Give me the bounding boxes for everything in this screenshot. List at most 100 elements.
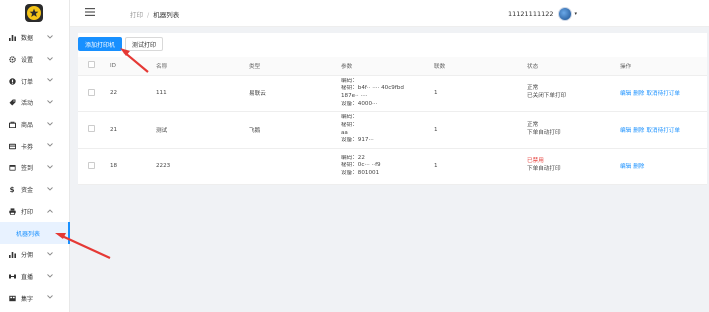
sidebar-item-coupons[interactable]: 卡券 xyxy=(0,135,70,157)
cell-type: 易联云 xyxy=(249,75,341,112)
sidebar-item-label: 商品 xyxy=(21,122,34,130)
live-icon xyxy=(8,272,16,280)
cell-actions: 编辑 删除 xyxy=(620,148,707,185)
chevron-down-icon xyxy=(47,121,53,126)
status-subtext: 下单自动打印 xyxy=(527,166,561,172)
sidebar-item-label: 直播 xyxy=(21,273,34,281)
grid-icon xyxy=(8,294,16,302)
breadcrumb-item[interactable]: 打印 xyxy=(130,11,143,19)
chevron-down-icon xyxy=(47,252,53,256)
cancel-pending-link[interactable]: 取消待打订单 xyxy=(646,91,680,97)
sidebar-item-settings[interactable]: 设置 xyxy=(0,49,70,71)
column-header: ID xyxy=(110,57,156,76)
sidebar-item-printer-list[interactable]: 机器列表 xyxy=(0,222,70,244)
delete-link[interactable]: 删除 xyxy=(633,164,644,170)
test-print-button[interactable]: 测试打印 xyxy=(125,37,164,51)
row-checkbox[interactable] xyxy=(88,125,95,132)
status-subtext: 下单自动打印 xyxy=(527,129,561,136)
sidebar-item-print[interactable]: 打印 xyxy=(0,201,70,223)
column-header: 参数 xyxy=(341,57,434,76)
param-line: aa xyxy=(341,129,348,136)
chevron-down-icon xyxy=(47,56,53,61)
row-checkbox[interactable] xyxy=(88,161,95,169)
param-line: 设备：801001 xyxy=(341,169,380,176)
edit-link[interactable]: 编辑 xyxy=(620,128,631,134)
status-text: 已禁用 xyxy=(527,158,544,165)
cell-type: 飞鹅 xyxy=(249,111,341,149)
column-header: 类型 xyxy=(249,57,341,76)
chevron-down-icon xyxy=(47,273,53,278)
sidebar-item-collect[interactable]: 集字 xyxy=(0,287,70,309)
cell-status: 正常 下单自动打印 xyxy=(527,111,620,149)
sidebar-item-products[interactable]: 商品 xyxy=(0,114,70,136)
edit-link[interactable]: 编辑 xyxy=(620,91,631,97)
star-icon xyxy=(29,8,39,17)
cancel-pending-link[interactable]: 取消待打订单 xyxy=(646,128,680,134)
delete-link[interactable]: 删除 xyxy=(633,91,644,97)
card-icon xyxy=(8,142,16,150)
sidebar-item-label: 机器列表 xyxy=(16,230,41,238)
sidebar-item-label: 集字 xyxy=(21,295,34,303)
column-header: 状态 xyxy=(527,57,620,76)
cell-status: 正常 已关闭下单打印 xyxy=(527,75,620,112)
cell-status: 已禁用 下单自动打印 xyxy=(527,148,620,185)
cell-id: 22 xyxy=(110,75,156,112)
chevron-down-icon xyxy=(47,295,53,299)
add-printer-button[interactable]: 添加打印机 xyxy=(78,37,123,51)
calendar-icon xyxy=(8,164,16,172)
printer-list-panel: 添加打印机 测试打印 ID 名称 类型 参数 联数 状态 操作 22 111 易… xyxy=(78,33,707,185)
sidebar-item-label: 打印 xyxy=(21,208,34,216)
chevron-down-icon xyxy=(47,100,53,104)
printer-table: ID 名称 类型 参数 联数 状态 操作 22 111 易联云 编码： 秘钥：b… xyxy=(78,57,707,185)
sidebar-item-live[interactable]: 直播 xyxy=(0,266,70,288)
status-text: 正常 xyxy=(527,85,539,92)
column-header: 操作 xyxy=(620,57,707,76)
sidebar-item-checkin[interactable]: 签到 xyxy=(0,157,70,179)
param-line: 编码： xyxy=(341,77,358,84)
sidebar-item-label: 资金 xyxy=(21,187,34,195)
order-icon xyxy=(8,77,16,85)
edit-link[interactable]: 编辑 xyxy=(620,164,631,170)
sidebar-item-funds[interactable]: $ 资金 xyxy=(0,179,70,201)
cell-params: 编码：22 秘钥：0c··· ··f9 设备：801001 xyxy=(341,148,434,185)
cell-params: 编码： 秘钥： aa 设备：917··· xyxy=(341,111,434,149)
tag-icon xyxy=(8,99,16,107)
chevron-down-icon xyxy=(47,143,53,148)
param-line: 设备：4000··· xyxy=(341,100,378,107)
app-logo[interactable] xyxy=(25,4,43,22)
select-all-cell xyxy=(78,57,110,76)
sidebar-item-label: 数据 xyxy=(21,35,34,43)
cell-id: 21 xyxy=(110,111,156,149)
cell-copies: 1 xyxy=(434,111,527,149)
param-line: 秘钥：b4f·· ···· 40c9fbd xyxy=(341,85,404,92)
cell-params: 编码： 秘钥：b4f·· ···· 40c9fbd 187e·· ···· 设备… xyxy=(341,75,434,112)
app-root: 数据 设置 订单 活动 商品 卡券 签到 $ 资金 打印 机器列表 分佣 直播 … xyxy=(0,0,709,312)
column-header: 联数 xyxy=(434,57,527,76)
table-row: 22 111 易联云 编码： 秘钥：b4f·· ···· 40c9fbd 187… xyxy=(78,75,707,112)
sidebar-menu: 数据 设置 订单 活动 商品 卡券 签到 $ 资金 打印 机器列表 分佣 直播 … xyxy=(0,27,70,309)
bar-chart-icon xyxy=(8,34,16,42)
account-menu[interactable]: 11121111122 ▾ xyxy=(508,7,577,21)
menu-toggle-icon[interactable] xyxy=(85,8,95,16)
avatar xyxy=(557,7,572,21)
sidebar: 数据 设置 订单 活动 商品 卡券 签到 $ 资金 打印 机器列表 分佣 直播 … xyxy=(0,0,70,312)
sidebar-item-commission[interactable]: 分佣 xyxy=(0,244,70,266)
select-all-checkbox[interactable] xyxy=(88,61,95,69)
sidebar-item-label: 活动 xyxy=(21,100,34,108)
chevron-up-icon xyxy=(47,208,53,213)
sidebar-item-activity[interactable]: 活动 xyxy=(0,92,70,114)
param-line: 秘钥：0c··· ··f9 xyxy=(341,162,381,169)
column-header: 名称 xyxy=(156,57,249,76)
cell-type xyxy=(249,148,341,185)
gear-icon xyxy=(8,56,16,64)
param-line: 187e·· ···· xyxy=(341,93,368,99)
row-checkbox[interactable] xyxy=(88,88,95,96)
sidebar-item-orders[interactable]: 订单 xyxy=(0,70,70,92)
chevron-down-icon xyxy=(47,165,53,169)
chevron-down-icon xyxy=(47,186,53,191)
table-header-row: ID 名称 类型 参数 联数 状态 操作 xyxy=(78,57,707,76)
breadcrumb-separator: / xyxy=(147,11,150,19)
delete-link[interactable]: 删除 xyxy=(633,128,644,134)
sidebar-item-data[interactable]: 数据 xyxy=(0,27,70,49)
table-row: 21 测试 飞鹅 编码： 秘钥： aa 设备：917··· 1 正常 下单自动打… xyxy=(78,111,707,149)
